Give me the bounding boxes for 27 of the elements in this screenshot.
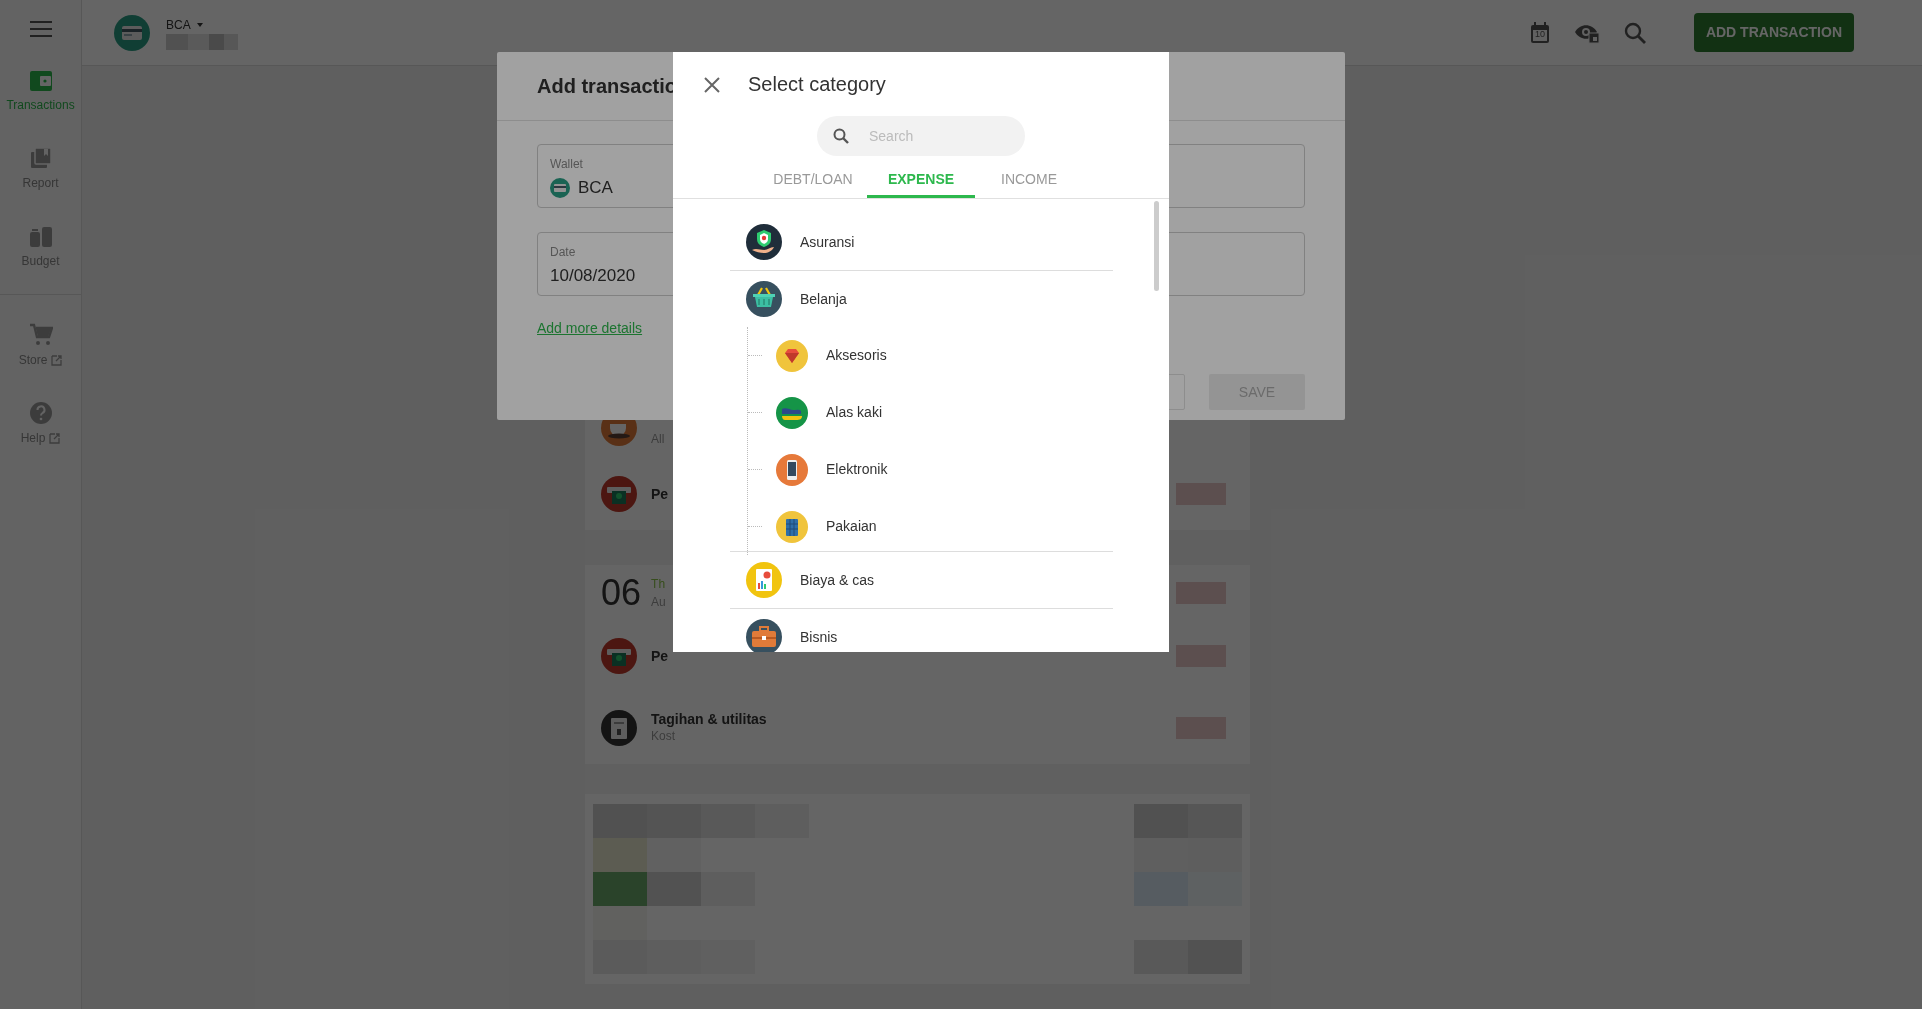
add-transaction-button[interactable]: ADD TRANSACTION — [1693, 13, 1854, 52]
add-details-link[interactable]: Add more details — [537, 320, 643, 336]
field-value: 10/08/2020 — [550, 265, 636, 287]
transaction-title: Pe — [651, 485, 669, 503]
weekday: Th — [651, 575, 666, 593]
calendar-day: 10 — [1534, 29, 1545, 39]
calendar-button[interactable]: 10 — [1529, 20, 1550, 45]
category-item[interactable]: Bisnis — [730, 609, 1113, 652]
wallet-selector[interactable]: BCA — [166, 15, 238, 34]
dialog-title: Select category — [748, 72, 886, 96]
transaction-title: Pe — [651, 647, 669, 665]
category-tab[interactable]: DEBT/LOAN — [759, 164, 867, 198]
day-number: 06 — [601, 570, 642, 615]
subcategory-item[interactable]: Aksesoris — [748, 327, 1113, 384]
sidebar-item[interactable]: Transactions — [0, 62, 81, 122]
field-label: Date — [550, 244, 576, 261]
category-tab[interactable]: EXPENSE — [867, 164, 975, 198]
subcategory-item[interactable]: Pakaian — [748, 498, 1113, 555]
field-value: BCA — [578, 177, 613, 199]
category-tab[interactable]: INCOME — [975, 164, 1083, 198]
subcategory-item[interactable]: Alas kaki — [748, 384, 1113, 441]
category-item[interactable]: Biaya & cas — [730, 552, 1113, 608]
transaction-title: Tagihan & utilitas — [651, 710, 767, 728]
category-item[interactable]: Asuransi — [730, 214, 1113, 270]
subcategory-item[interactable]: Elektronik — [748, 441, 1113, 498]
field-label: Wallet — [550, 156, 583, 173]
category-item[interactable]: Belanja — [730, 271, 1113, 327]
